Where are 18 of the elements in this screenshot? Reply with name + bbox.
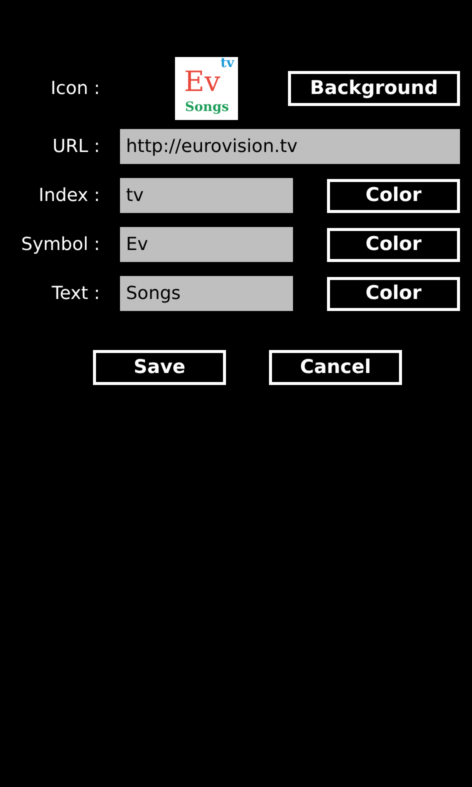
field-label: Symbol : — [20, 233, 100, 257]
color-button[interactable]: Color — [327, 178, 460, 212]
color-button[interactable]: Color — [327, 276, 460, 310]
url-label: URL : — [52, 135, 100, 159]
text-field[interactable]: Songs — [120, 276, 293, 311]
save-button[interactable]: Save — [93, 350, 226, 385]
text-field[interactable]: Ev — [120, 227, 293, 262]
text-text: Songs — [185, 101, 229, 114]
background-button[interactable]: Background — [288, 71, 460, 106]
color-button[interactable]: Color — [327, 228, 460, 262]
field-label: Text : — [50, 282, 100, 306]
icon-label: Icon : — [50, 77, 100, 101]
field-label: Index : — [38, 184, 100, 208]
symbol-text: Ev — [184, 68, 220, 96]
index-text: tv — [220, 57, 234, 70]
text-field[interactable]: tv — [120, 178, 293, 213]
cancel-button[interactable]: Cancel — [269, 350, 402, 385]
url-field[interactable]: http://eurovision.tv — [120, 129, 460, 164]
